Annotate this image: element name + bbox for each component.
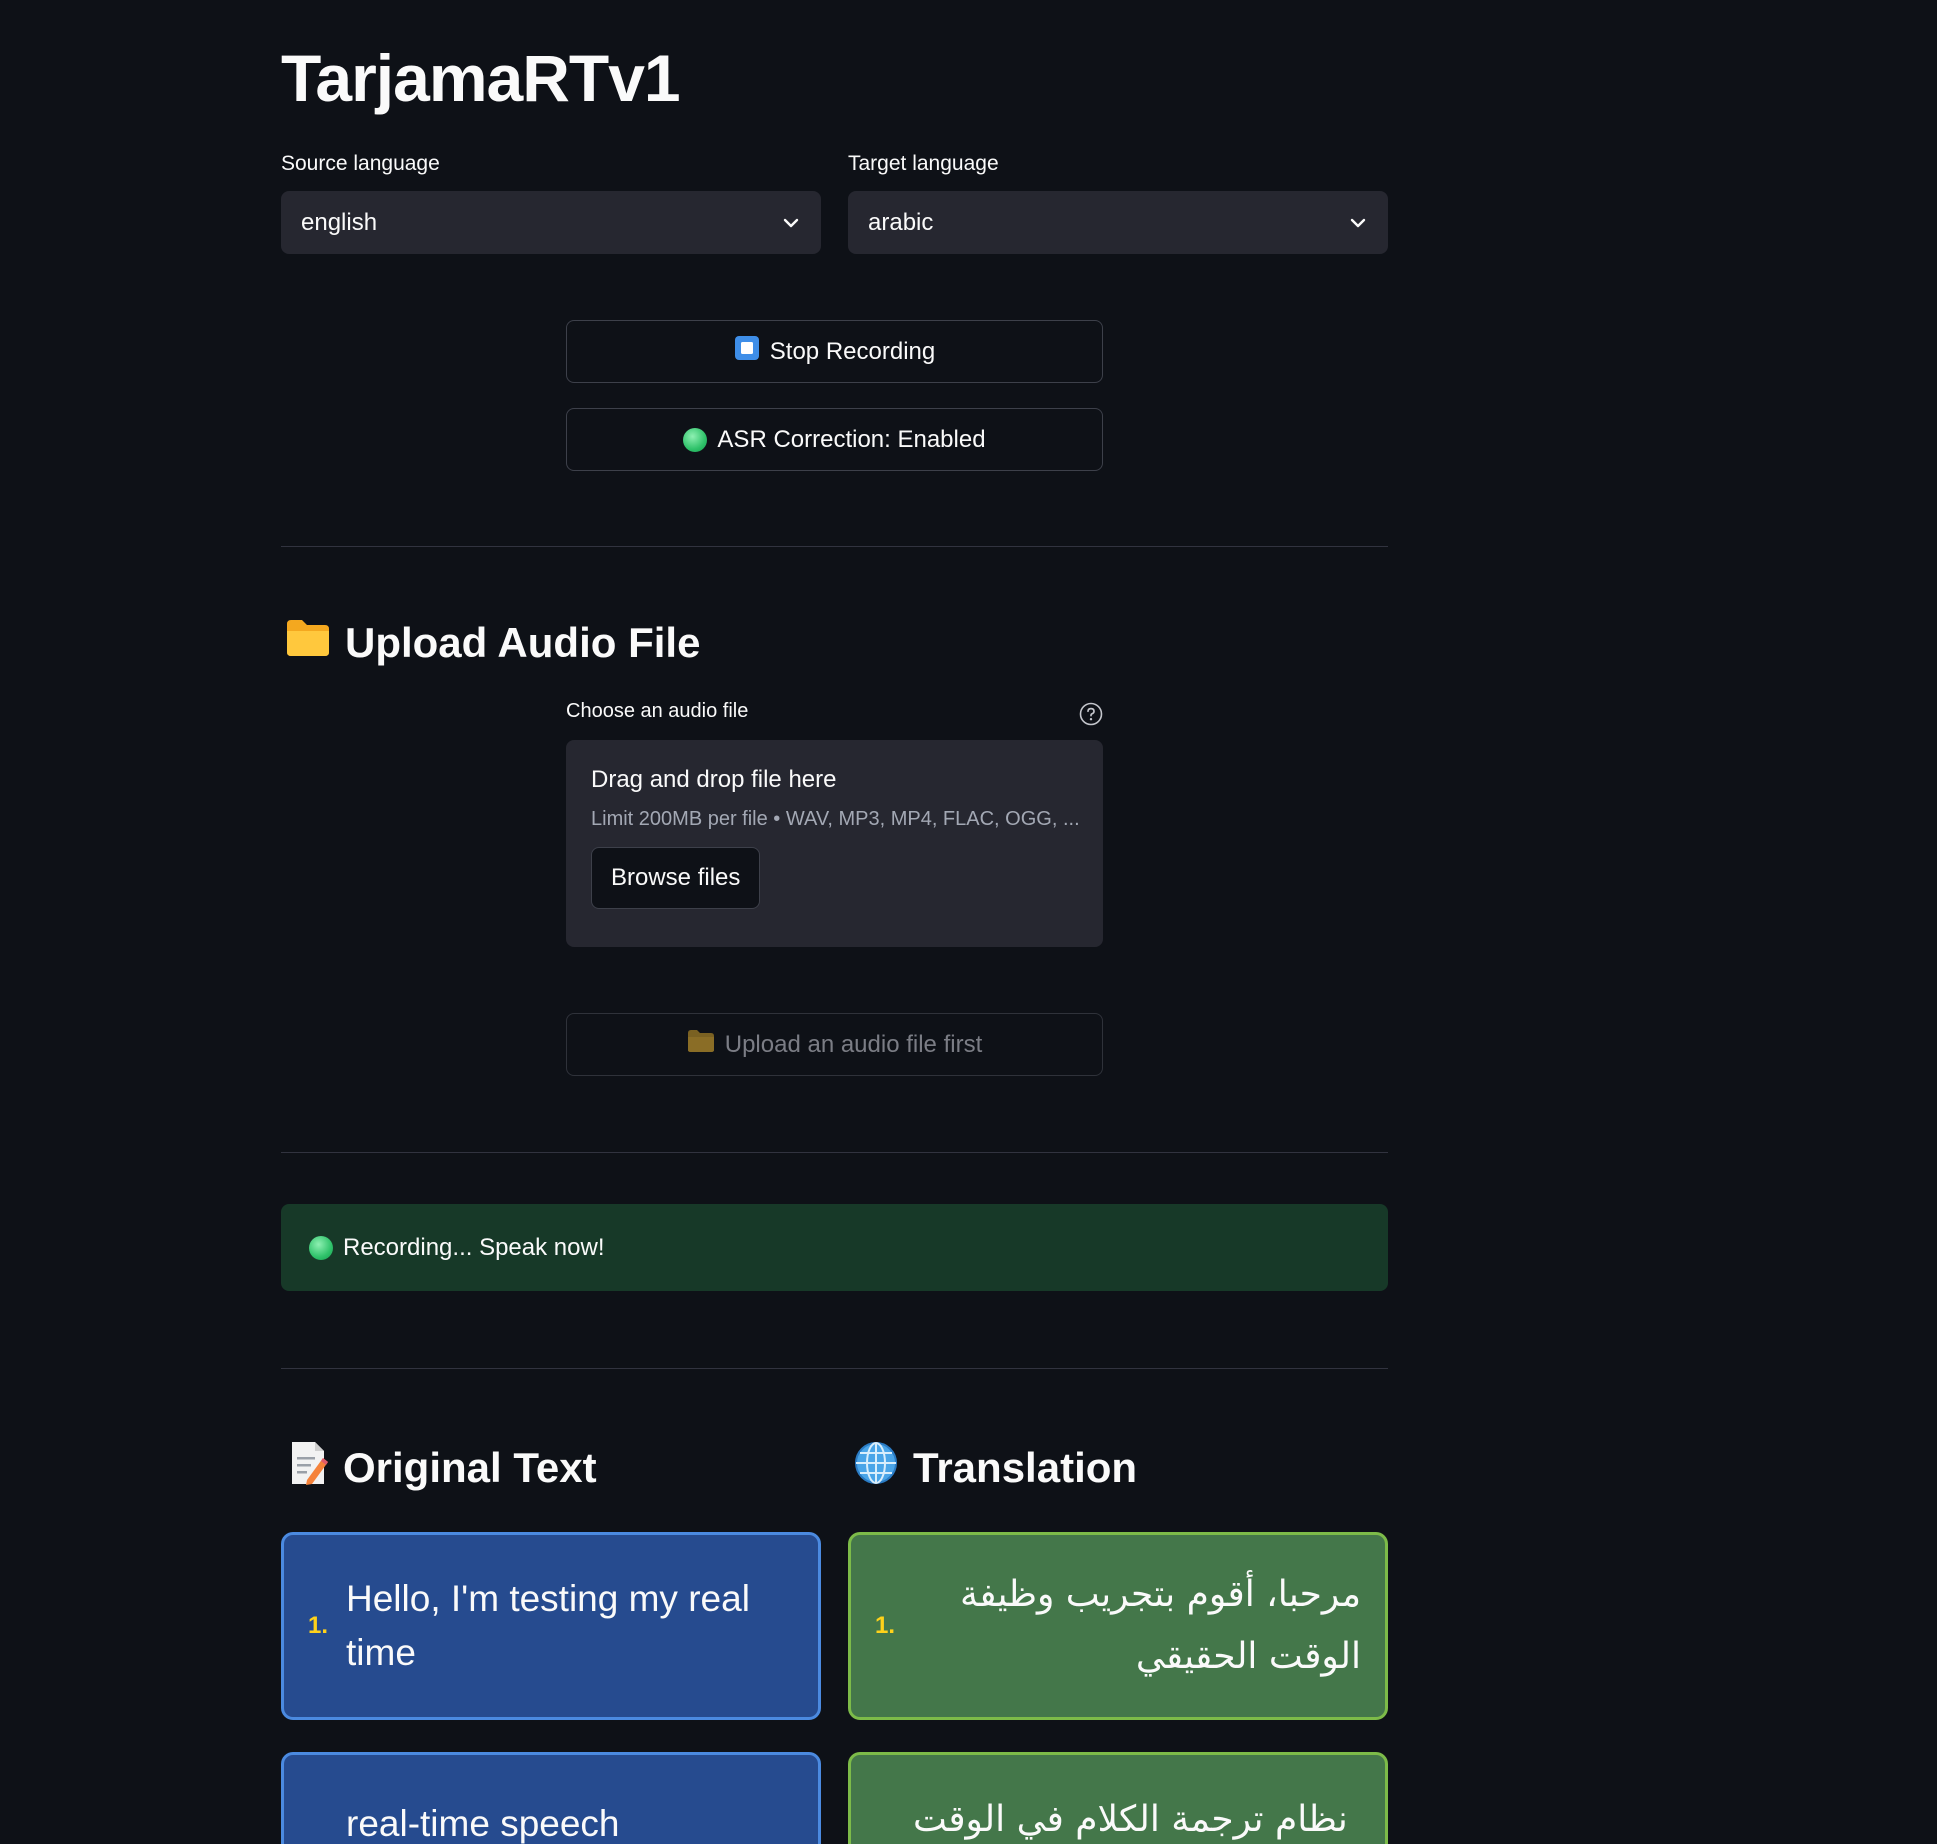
translation-heading-text: Translation	[913, 1444, 1138, 1491]
recording-status-banner: Recording... Speak now!	[281, 1204, 1388, 1291]
globe-icon	[853, 1440, 899, 1496]
green-circle-icon	[683, 427, 708, 452]
target-language-value: arabic	[868, 208, 934, 236]
dropzone-title: Drag and drop file here	[591, 766, 837, 793]
translation-card: 2. نظام ترجمة الكلام في الوقت	[848, 1752, 1388, 1844]
asr-correction-toggle[interactable]: ASR Correction: Enabled	[566, 408, 1103, 471]
app-page: TarjamaRTv1 Source language english Targ…	[0, 0, 1937, 1844]
folder-icon	[687, 1029, 715, 1060]
translation-text: مرحبا، أقوم بتجريب وظيفة الوقت الحقيقي	[959, 1574, 1361, 1677]
stop-recording-label: Stop Recording	[769, 337, 936, 365]
page-title: TarjamaRTv1	[281, 41, 681, 115]
audio-file-label: Choose an audio file	[566, 700, 749, 722]
original-text-card: 2. real-time speech translation	[281, 1752, 821, 1844]
asr-correction-label: ASR Correction: Enabled	[717, 425, 986, 453]
stop-icon	[734, 335, 760, 368]
source-language-select[interactable]: english	[281, 191, 821, 254]
divider	[281, 1152, 1388, 1153]
process-upload-button[interactable]: Upload an audio file first	[566, 1013, 1103, 1076]
original-text-heading: Original Text	[289, 1440, 597, 1496]
divider	[281, 546, 1388, 547]
divider	[281, 1368, 1388, 1369]
file-dropzone[interactable]: Drag and drop file here Limit 200MB per …	[566, 740, 1103, 947]
folder-icon	[285, 618, 331, 668]
item-number: 1.	[308, 1612, 329, 1639]
memo-icon	[289, 1440, 329, 1496]
browse-files-button[interactable]: Browse files	[591, 847, 761, 909]
chevron-down-icon	[1348, 213, 1368, 233]
target-language-label: Target language	[848, 152, 999, 175]
original-text: real-time speech translation	[346, 1803, 620, 1844]
green-circle-icon	[309, 1235, 333, 1260]
translation-text: نظام ترجمة الكلام في الوقت	[913, 1799, 1348, 1840]
translation-heading: Translation	[853, 1440, 1137, 1496]
recording-status-text: Recording... Speak now!	[343, 1233, 605, 1261]
upload-section-heading: Upload Audio File	[285, 618, 700, 668]
process-upload-label: Upload an audio file first	[724, 1030, 983, 1058]
original-text: Hello, I'm testing my real time	[346, 1578, 750, 1673]
translation-card: 1. مرحبا، أقوم بتجريب وظيفة الوقت الحقيق…	[848, 1532, 1388, 1720]
upload-heading-text: Upload Audio File	[345, 619, 701, 666]
stop-recording-button[interactable]: Stop Recording	[566, 320, 1103, 383]
dropzone-limit: Limit 200MB per file • WAV, MP3, MP4, FL…	[591, 808, 1080, 830]
source-language-value: english	[301, 208, 378, 236]
item-number: 1.	[875, 1612, 896, 1639]
target-language-select[interactable]: arabic	[848, 191, 1388, 254]
original-heading-text: Original Text	[343, 1444, 597, 1491]
original-text-card: 1. Hello, I'm testing my real time	[281, 1532, 821, 1720]
chevron-down-icon	[781, 213, 801, 233]
source-language-label: Source language	[281, 152, 440, 175]
help-icon[interactable]	[1079, 702, 1103, 726]
